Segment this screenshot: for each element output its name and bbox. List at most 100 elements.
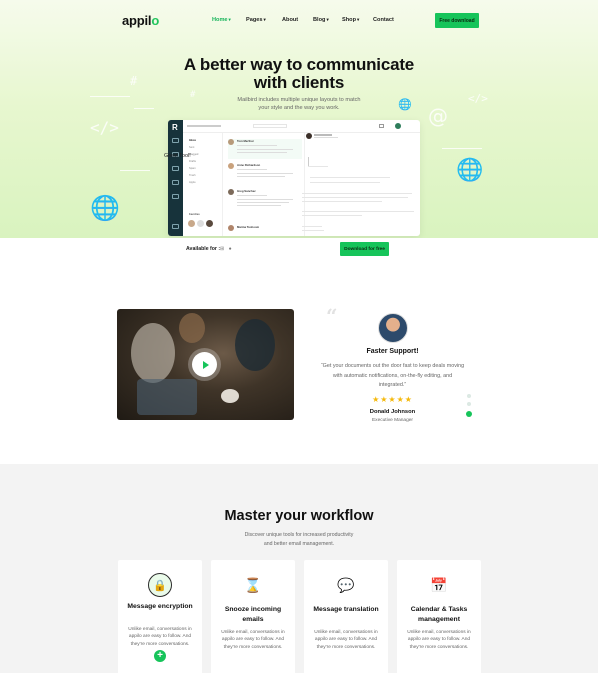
hourglass-icon: ⌛ xyxy=(244,576,262,593)
code-icon: </> xyxy=(90,118,119,137)
main-nav: appilo Home▾ Pages▾ About Blog▾ Shop▾ Co… xyxy=(0,12,598,30)
app-mail-list: Tom Merthur Anne Richardson Greg Sanchez xyxy=(224,133,305,236)
globe-icon: 🌐 xyxy=(456,158,484,183)
decorative-line xyxy=(442,148,482,149)
video-scene-shape xyxy=(221,389,239,403)
nav-item-blog[interactable]: Blog▾ xyxy=(313,17,329,23)
calendar-icon xyxy=(172,166,179,171)
slider-dot[interactable] xyxy=(467,394,471,398)
hero-subtitle-line: your style and the way you work. xyxy=(258,105,340,111)
feature-card-title: Message translation xyxy=(313,606,379,613)
nav-item-home[interactable]: Home▾ xyxy=(212,17,231,23)
chevron-down-icon: ▾ xyxy=(326,17,329,22)
available-label: Available for : xyxy=(186,246,221,252)
avatar xyxy=(378,313,408,343)
mail-preview-line xyxy=(237,173,293,174)
chevron-down-icon: ▾ xyxy=(356,17,360,22)
feature-card[interactable]: 📅 Calendar & Tasks management Unlike ema… xyxy=(397,560,481,673)
hero-title-line: with clients xyxy=(253,73,345,92)
folder-item: Favorites xyxy=(189,213,200,216)
nav-item-pages[interactable]: Pages▾ xyxy=(246,17,266,23)
feature-card[interactable]: ⌛ Snooze incoming emails Unlike email, c… xyxy=(211,560,295,673)
app-folder-list: Inbox Sent Flagged Drafts Spam Trash App… xyxy=(183,133,223,236)
free-download-button[interactable]: Free download xyxy=(435,13,479,28)
mail-sender: Marina Tushoom xyxy=(237,225,260,229)
mail-preview-line xyxy=(237,145,277,146)
mail-preview-line xyxy=(237,149,293,150)
reading-subject: Great Tool! xyxy=(164,153,191,159)
sender-line xyxy=(314,137,338,138)
avatar xyxy=(395,123,401,129)
avatar xyxy=(197,220,204,227)
feature-card-desc: Unlike email, conversations in appilo ar… xyxy=(128,627,192,647)
folder-item: Sent xyxy=(189,146,195,149)
apple-icon: ● xyxy=(228,246,232,252)
nav-item-about[interactable]: About xyxy=(282,17,298,23)
hero-title-line: A better way to communicate xyxy=(183,55,415,74)
play-button[interactable] xyxy=(192,352,217,377)
mail-sender: Greg Sanchez xyxy=(237,189,256,193)
reading-text-line xyxy=(302,197,408,198)
settings-icon xyxy=(172,194,179,199)
decorative-line xyxy=(120,170,150,171)
chevron-down-icon: ▾ xyxy=(228,17,231,22)
nav-item-contact[interactable]: Contact xyxy=(373,17,394,23)
reading-text-line xyxy=(302,215,362,216)
slider-dot-active[interactable] xyxy=(466,411,472,417)
reading-text-line xyxy=(302,211,414,212)
reading-text-line xyxy=(310,182,380,183)
folder-item: Spam xyxy=(189,167,196,170)
reading-text-line xyxy=(302,201,382,202)
testimonial-text: “Get your documents out the door fast to… xyxy=(320,363,465,388)
nav-item-label: Contact xyxy=(373,17,394,23)
avatar xyxy=(228,189,234,195)
video-scene-shape xyxy=(131,323,175,383)
hero-subtitle: Mailbird includes multiple unique layout… xyxy=(0,96,598,112)
mail-preview-line xyxy=(237,195,267,196)
logo[interactable]: appilo xyxy=(122,13,159,28)
star-rating: ★★★★★ xyxy=(372,395,413,404)
chevron-down-icon: ▾ xyxy=(263,17,266,22)
logo-text: appil xyxy=(122,13,152,28)
feature-card[interactable]: 🔒 Message encryption Unlike email, conve… xyxy=(118,560,202,673)
folder-item: Inbox xyxy=(189,139,196,142)
logo-accent: o xyxy=(151,13,160,28)
add-icon[interactable]: + xyxy=(154,650,166,662)
mail-preview-line xyxy=(237,199,293,200)
mail-preview-line xyxy=(237,202,289,203)
feature-card-title: Snooze incoming emails xyxy=(224,606,282,623)
mail-preview-line xyxy=(237,152,287,153)
reading-text-line xyxy=(308,166,328,167)
mail-item: Marina Tushoom xyxy=(228,225,302,235)
platform-icons: ⊞ ● xyxy=(220,246,232,252)
nav-item-label: Shop xyxy=(342,17,356,23)
workflow-subtitle: Discover unique tools for increased prod… xyxy=(0,531,598,549)
avatar xyxy=(188,220,195,227)
workflow-subtitle-line: and better email management. xyxy=(263,541,335,547)
slider-dot[interactable] xyxy=(467,402,471,406)
inbox-icon xyxy=(172,138,179,143)
folder-item: Drafts xyxy=(189,160,196,163)
workflow-subtitle-line: Discover unique tools for increased prod… xyxy=(244,532,354,538)
nav-item-shop[interactable]: Shop▾ xyxy=(342,17,359,23)
files-icon xyxy=(172,180,179,185)
download-for-free-button[interactable]: Download for free xyxy=(340,242,389,256)
testimonial-author-name: Donald Johnson xyxy=(369,409,416,415)
reading-text-line xyxy=(310,177,390,178)
video-scene-shape xyxy=(179,313,205,343)
nav-item-label: About xyxy=(282,17,299,23)
play-icon xyxy=(202,360,209,369)
folder-item: Apple xyxy=(189,181,196,184)
account-email-bar xyxy=(187,125,221,127)
calendar-icon: 📅 xyxy=(430,576,448,593)
app-sidebar: R xyxy=(168,120,183,236)
folder-icon xyxy=(172,224,179,229)
testimonial-author-role: Executive Manager xyxy=(371,418,414,423)
translate-icon: 💬 xyxy=(337,576,355,593)
mail-preview-line xyxy=(237,169,267,170)
nav-item-label: Pages xyxy=(246,17,263,23)
search-bar xyxy=(253,124,287,128)
windows-icon: ⊞ xyxy=(220,246,225,252)
avatar xyxy=(206,220,213,227)
feature-card[interactable]: 💬 Message translation Unlike email, conv… xyxy=(304,560,388,673)
